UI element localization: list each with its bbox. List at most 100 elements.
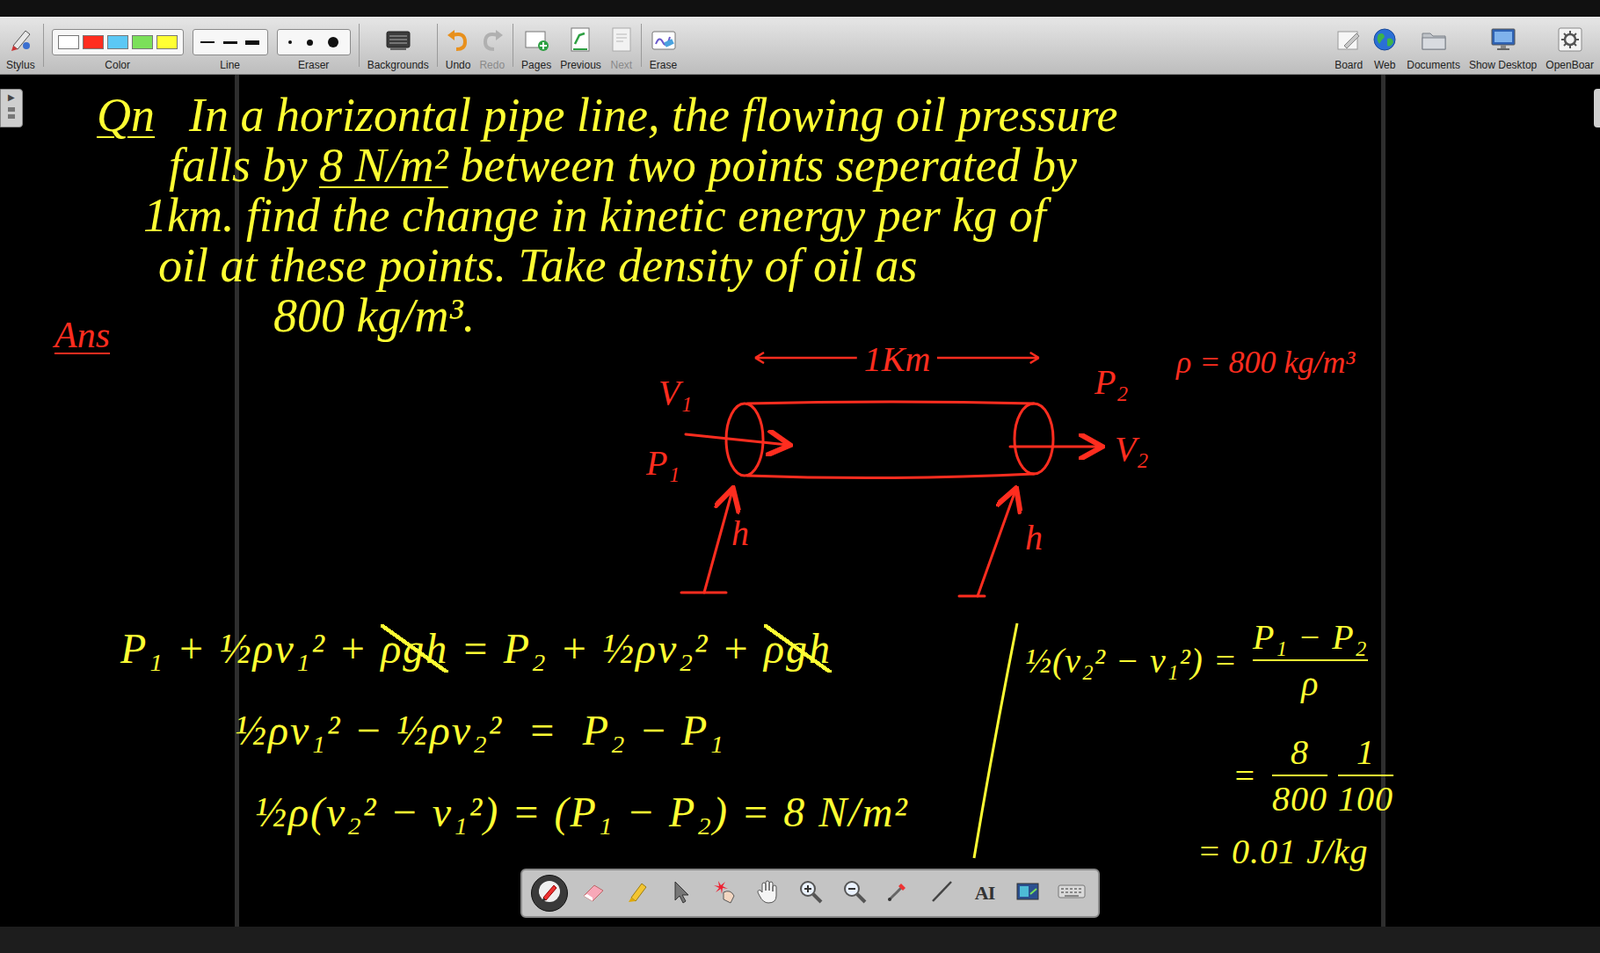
tool-button[interactable] (749, 875, 786, 911)
eraser-size-option[interactable] (288, 40, 292, 44)
toolbar-separator (640, 23, 642, 67)
toolbar-button[interactable]: Line (188, 16, 273, 74)
eraser-size-option[interactable] (327, 36, 339, 48)
color-swatch[interactable] (58, 35, 80, 50)
eraser-size-option[interactable] (306, 39, 313, 46)
fraction-bar (1252, 659, 1368, 662)
toolbar-label: Web (1374, 58, 1396, 72)
color-swatch[interactable] (107, 35, 129, 50)
tool-button[interactable] (575, 875, 611, 911)
tool-button[interactable] (923, 875, 960, 911)
length-label: 1Km (864, 338, 931, 381)
toolbar-button[interactable]: Web (1367, 16, 1403, 74)
toolbar-label: Stylus (6, 58, 36, 72)
toolbar-button[interactable]: Undo (441, 16, 476, 74)
fraction: P₁ − P₂ρ (1252, 616, 1368, 705)
diagram-label: P₂ (1094, 361, 1128, 403)
eraser-icon (580, 878, 607, 909)
toolbar-button[interactable]: Show Desktop (1464, 16, 1542, 74)
openboard-icon (1556, 26, 1584, 57)
toolbar-label: Redo (479, 58, 505, 72)
toolbar-button[interactable]: Next (605, 16, 638, 74)
equation-term: ½ρ(v₂² − v₁²) = (P₁ − P₂) = 8 N/m² (254, 787, 910, 837)
equation-line: ½ρ(v₂² − v₁²) = (P₁ − P₂) = 8 N/m² (120, 770, 910, 853)
toolbar-button[interactable]: Erase (645, 16, 682, 74)
zoom-in-icon (797, 878, 824, 909)
question-label: Qn (96, 90, 190, 141)
color-swatch[interactable] (82, 35, 104, 50)
question-line: QnIn a horizontal pipe line, the flowing… (96, 90, 1118, 141)
marker-icon (624, 878, 651, 909)
tool-button[interactable] (1010, 875, 1046, 911)
equation-term: = (1232, 755, 1267, 797)
line-width-option[interactable] (223, 41, 238, 44)
toolbar-button[interactable]: Stylus (1, 16, 40, 74)
question-line: 1km. find the change in kinetic energy p… (96, 190, 1118, 241)
tool-button[interactable] (880, 875, 916, 911)
fraction-bar (1272, 774, 1328, 777)
backgrounds-icon (385, 29, 412, 56)
tool-button[interactable] (836, 875, 873, 911)
question-segment: In a horizontal pipe line, the flowing o… (189, 88, 1118, 142)
toolbar-label: Eraser (298, 58, 329, 72)
toolbar-label: Line (219, 58, 240, 72)
tool-button[interactable] (792, 875, 829, 911)
color-swatch[interactable] (156, 35, 178, 50)
tool-button[interactable] (530, 874, 568, 912)
working-block: ½(v₂² − v₁²) = P₁ − P₂ρ= 88001100= 0.01 … (1025, 598, 1399, 873)
toolbar-button[interactable]: Redo (474, 16, 510, 74)
equation-line: P₁ + ½ρv₁² + ρgh = P₂ + ½ρv₂² + ρgh (120, 607, 910, 690)
documents-icon (1419, 28, 1448, 57)
toolbar-label: Color (104, 58, 131, 72)
equation-line: ½ρv₁² − ½ρv₂² = P₂ − P₁ (120, 689, 910, 771)
toolbar-button[interactable]: Eraser (272, 16, 356, 74)
text-tool-icon: AI (974, 881, 995, 905)
toolbar-button[interactable]: Board (1330, 16, 1368, 74)
panel-grip-icon (7, 106, 16, 124)
toolbar-button[interactable]: OpenBoar (1541, 16, 1599, 74)
toolbar-separator (436, 23, 438, 67)
toolbar-label: Next (610, 58, 633, 72)
tool-button[interactable]: AI (967, 875, 1003, 911)
board-canvas[interactable]: ▶ QnIn a horizontal pipe line, the flowin… (0, 74, 1600, 927)
hand-icon (754, 878, 781, 909)
eraser-size-icon[interactable] (276, 29, 351, 56)
equation-term: = P₂ + ½ρv₂² + (448, 624, 764, 673)
equation-term: ρgh (380, 624, 449, 673)
window-top-strip (0, 0, 1600, 17)
toolbar-label: Documents (1406, 58, 1461, 72)
toolbar-label: OpenBoar (1545, 58, 1594, 72)
diagram-label: h (731, 512, 750, 554)
toolbar-separator (43, 23, 44, 67)
equation-term: ½(v₂² − v₁²) = (1025, 640, 1248, 682)
tool-button[interactable] (662, 875, 699, 911)
toolbar-label: Erase (649, 58, 677, 72)
main-toolbar: Stylus Color Line Eraser BackgroundsUndoRedo… (0, 16, 1600, 75)
capture-icon (1014, 878, 1041, 909)
question-line: 800 kg/m³. (96, 290, 1118, 342)
toolbar-button[interactable]: Backgrounds (363, 16, 434, 74)
panel-toggle[interactable]: ▶ (0, 88, 23, 128)
diagram-label: P₁ (646, 442, 680, 484)
color-swatch[interactable] (131, 35, 153, 50)
right-panel-tab[interactable] (1593, 88, 1600, 128)
toolbar-button[interactable]: Previous (555, 16, 606, 74)
board-icon (1335, 28, 1362, 57)
line-width-icon[interactable] (192, 29, 269, 56)
stylus-icon (7, 26, 34, 57)
panel-toggle-glyph: ▶ (7, 92, 15, 103)
diagram-label: V₂ (1114, 428, 1149, 470)
tool-button[interactable] (1054, 875, 1090, 911)
toolbar-separator (512, 23, 514, 67)
line-width-option[interactable] (245, 40, 260, 45)
toolbar-button[interactable]: Color (47, 16, 189, 74)
question-line: oil at these points. Take density of oil… (96, 240, 1118, 291)
toolbar-button[interactable]: Pages (516, 16, 556, 74)
toolbar-button[interactable]: Documents (1402, 16, 1465, 74)
tool-button[interactable] (619, 875, 655, 911)
erase-icon (650, 28, 677, 57)
color-palette-icon[interactable] (51, 29, 184, 56)
question-segment: 800 kg/m³. (273, 289, 475, 342)
line-width-option[interactable] (200, 41, 215, 44)
tool-button[interactable] (706, 875, 742, 911)
